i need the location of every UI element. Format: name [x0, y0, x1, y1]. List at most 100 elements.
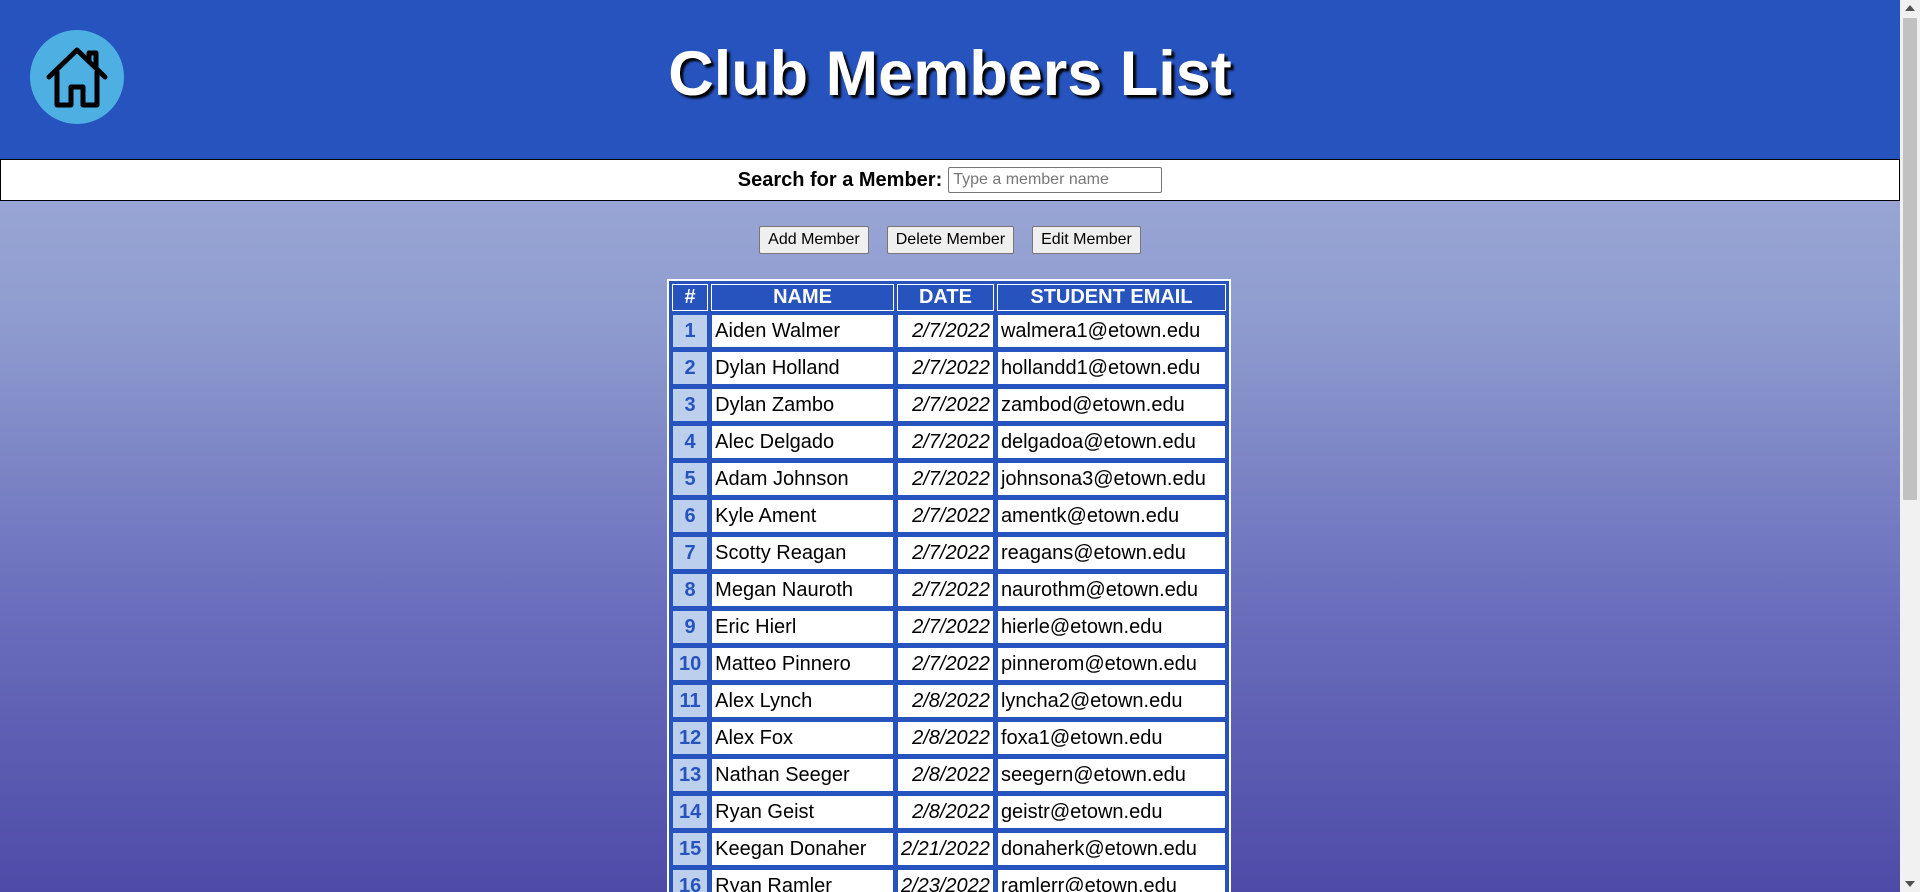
- member-date: 2/23/2022: [896, 869, 994, 892]
- table-row[interactable]: 9 Eric Hierl 2/7/2022 hierle@etown.edu: [672, 610, 1226, 644]
- row-number: 7: [672, 536, 709, 570]
- table-row[interactable]: 16 Ryan Ramler 2/23/2022 ramlerr@etown.edu: [672, 869, 1226, 892]
- row-number: 3: [672, 388, 709, 422]
- member-email: seegern@etown.edu: [996, 758, 1226, 792]
- table-row[interactable]: 7 Scotty Reagan 2/7/2022 reagans@etown.edu: [672, 536, 1226, 570]
- member-date: 2/7/2022: [896, 499, 994, 533]
- row-number: 14: [672, 795, 709, 829]
- member-date: 2/7/2022: [896, 573, 994, 607]
- add-member-button[interactable]: Add Member: [759, 226, 869, 254]
- member-email: donaherk@etown.edu: [996, 832, 1226, 866]
- table-row[interactable]: 12 Alex Fox 2/8/2022 foxa1@etown.edu: [672, 721, 1226, 755]
- member-date: 2/7/2022: [896, 647, 994, 681]
- row-number: 15: [672, 832, 709, 866]
- row-number: 5: [672, 462, 709, 496]
- member-date: 2/8/2022: [896, 795, 994, 829]
- member-email: naurothm@etown.edu: [996, 573, 1226, 607]
- member-name: Adam Johnson: [711, 462, 894, 496]
- table-header-row: # NAME DATE STUDENT EMAIL: [672, 284, 1226, 311]
- member-email: lyncha2@etown.edu: [996, 684, 1226, 718]
- table-row[interactable]: 15 Keegan Donaher 2/21/2022 donaherk@etown.…: [672, 832, 1226, 866]
- member-name: Dylan Zambo: [711, 388, 894, 422]
- member-date: 2/7/2022: [896, 314, 994, 348]
- member-email: reagans@etown.edu: [996, 536, 1226, 570]
- row-number: 4: [672, 425, 709, 459]
- scrollbar-thumb[interactable]: [1903, 18, 1917, 500]
- row-number: 1: [672, 314, 709, 348]
- table-row[interactable]: 10 Matteo Pinnero 2/7/2022 pinnerom@etown.e…: [672, 647, 1226, 681]
- member-name: Scotty Reagan: [711, 536, 894, 570]
- member-name: Aiden Walmer: [711, 314, 894, 348]
- row-number: 11: [672, 684, 709, 718]
- row-number: 13: [672, 758, 709, 792]
- member-actions: Add Member Delete Member Edit Member: [0, 226, 1900, 254]
- table-row[interactable]: 4 Alec Delgado 2/7/2022 delgadoa@etown.edu: [672, 425, 1226, 459]
- member-date: 2/7/2022: [896, 536, 994, 570]
- row-number: 9: [672, 610, 709, 644]
- row-number: 12: [672, 721, 709, 755]
- member-date: 2/7/2022: [896, 351, 994, 385]
- member-email: hollandd1@etown.edu: [996, 351, 1226, 385]
- member-date: 2/8/2022: [896, 721, 994, 755]
- members-table: # NAME DATE STUDENT EMAIL 1 Aiden Walmer 2…: [667, 279, 1231, 892]
- scroll-up-arrow-icon[interactable]: [1905, 5, 1915, 11]
- row-number: 16: [672, 869, 709, 892]
- row-number: 8: [672, 573, 709, 607]
- column-header-email[interactable]: STUDENT EMAIL: [996, 284, 1226, 311]
- table-row[interactable]: 14 Ryan Geist 2/8/2022 geistr@etown.edu: [672, 795, 1226, 829]
- table-row[interactable]: 2 Dylan Holland 2/7/2022 hollandd1@etown.ed…: [672, 351, 1226, 385]
- row-number: 6: [672, 499, 709, 533]
- table-row[interactable]: 11 Alex Lynch 2/8/2022 lyncha2@etown.edu: [672, 684, 1226, 718]
- table-row[interactable]: 3 Dylan Zambo 2/7/2022 zambod@etown.edu: [672, 388, 1226, 422]
- header: Club Members List: [0, 0, 1900, 159]
- members-table-container: # NAME DATE STUDENT EMAIL 1 Aiden Walmer 2…: [667, 279, 1231, 892]
- table-row[interactable]: 8 Megan Nauroth 2/7/2022 naurothm@etown.edu: [672, 573, 1226, 607]
- member-name: Ryan Geist: [711, 795, 894, 829]
- search-label: Search for a Member:: [737, 168, 943, 191]
- delete-member-button[interactable]: Delete Member: [886, 226, 1015, 254]
- member-name: Alec Delgado: [711, 425, 894, 459]
- member-name: Eric Hierl: [711, 610, 894, 644]
- member-email: hierle@etown.edu: [996, 610, 1226, 644]
- table-row[interactable]: 13 Nathan Seeger 2/8/2022 seegern@etown.edu: [672, 758, 1226, 792]
- member-email: foxa1@etown.edu: [996, 721, 1226, 755]
- row-number: 10: [672, 647, 709, 681]
- member-name: Ryan Ramler: [711, 869, 894, 892]
- member-email: walmera1@etown.edu: [996, 314, 1226, 348]
- search-input[interactable]: [948, 167, 1163, 193]
- member-name: Megan Nauroth: [711, 573, 894, 607]
- member-name: Dylan Holland: [711, 351, 894, 385]
- table-row[interactable]: 5 Adam Johnson 2/7/2022 johnsona3@etown.edu: [672, 462, 1226, 496]
- search-bar: Search for a Member:: [0, 159, 1900, 201]
- member-name: Matteo Pinnero: [711, 647, 894, 681]
- column-header-name[interactable]: NAME: [711, 284, 894, 311]
- table-row[interactable]: 6 Kyle Ament 2/7/2022 amentk@etown.edu: [672, 499, 1226, 533]
- member-email: pinnerom@etown.edu: [996, 647, 1226, 681]
- member-email: ramlerr@etown.edu: [996, 869, 1226, 892]
- member-name: Kyle Ament: [711, 499, 894, 533]
- table-row[interactable]: 1 Aiden Walmer 2/7/2022 walmera1@etown.edu: [672, 314, 1226, 348]
- member-date: 2/7/2022: [896, 425, 994, 459]
- vertical-scrollbar[interactable]: [1900, 0, 1920, 892]
- member-date: 2/7/2022: [896, 462, 994, 496]
- member-date: 2/8/2022: [896, 684, 994, 718]
- scroll-down-arrow-icon[interactable]: [1905, 881, 1915, 887]
- member-date: 2/7/2022: [896, 388, 994, 422]
- member-name: Alex Lynch: [711, 684, 894, 718]
- page-title: Club Members List: [668, 39, 1232, 109]
- member-date: 2/21/2022: [896, 832, 994, 866]
- member-email: delgadoa@etown.edu: [996, 425, 1226, 459]
- member-email: amentk@etown.edu: [996, 499, 1226, 533]
- column-header-date[interactable]: DATE: [896, 284, 994, 311]
- member-name: Nathan Seeger: [711, 758, 894, 792]
- column-header-number[interactable]: #: [672, 284, 709, 311]
- member-name: Alex Fox: [711, 721, 894, 755]
- edit-member-button[interactable]: Edit Member: [1032, 226, 1141, 254]
- member-email: geistr@etown.edu: [996, 795, 1226, 829]
- member-name: Keegan Donaher: [711, 832, 894, 866]
- member-email: zambod@etown.edu: [996, 388, 1226, 422]
- member-date: 2/7/2022: [896, 610, 994, 644]
- row-number: 2: [672, 351, 709, 385]
- page: Club Members List Search for a Member: A…: [0, 0, 1900, 892]
- member-email: johnsona3@etown.edu: [996, 462, 1226, 496]
